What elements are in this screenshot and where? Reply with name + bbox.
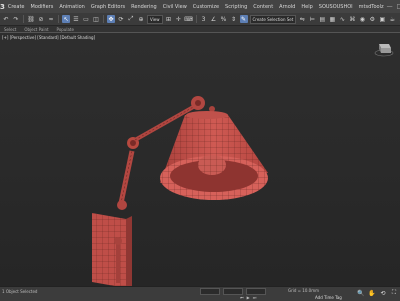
goto-end-icon[interactable]: ⏭ [253, 295, 257, 300]
selection-status: 1 Object Selected [2, 289, 38, 294]
play-icon[interactable]: ▶ [247, 295, 250, 300]
orbit-icon[interactable]: ⟲ [379, 289, 387, 297]
maximize-viewport-icon[interactable]: ⛶ [390, 289, 398, 297]
viewport-nav-controls: 🔍 ✋ ⟲ ⛶ [357, 289, 398, 297]
angle-snap-icon[interactable]: ∠ [210, 15, 218, 23]
y-coordinate-field[interactable] [223, 288, 243, 295]
pan-icon[interactable]: ✋ [368, 289, 376, 297]
tab-object-paint[interactable]: Object Paint [24, 27, 48, 32]
menu-item-civil-view[interactable]: Civil View [160, 4, 190, 10]
menu-item-graph-editors[interactable]: Graph Editors [88, 4, 128, 10]
rotate-icon[interactable]: ⟳ [117, 15, 125, 23]
time-controls: ⏮ ▶ ⏭ [240, 295, 256, 300]
undo-icon[interactable]: ↶ [2, 15, 10, 23]
place-icon[interactable]: ⊕ [137, 15, 145, 23]
percent-snap-icon[interactable]: % [220, 15, 228, 23]
curve-editor-icon[interactable]: ∿ [338, 15, 346, 23]
menu-item-rendering[interactable]: Rendering [128, 4, 160, 10]
goto-start-icon[interactable]: ⏮ [240, 295, 244, 300]
render-frame-icon[interactable]: ▣ [378, 15, 386, 23]
menu-item-arnold[interactable]: Arnold [276, 4, 298, 10]
menu-item-modifiers[interactable]: Modifiers [28, 4, 57, 10]
unlink-icon[interactable]: ⊘ [37, 15, 45, 23]
menu-item-animation[interactable]: Animation [56, 4, 88, 10]
render-setup-icon[interactable]: ⚙ [368, 15, 376, 23]
menu-item-customize[interactable]: Customize [190, 4, 222, 10]
menu-item-scripting[interactable]: Scripting [222, 4, 250, 10]
menu-item-create[interactable]: Create [5, 4, 28, 10]
maximize-icon[interactable]: □ [397, 3, 400, 10]
main-toolbar: ↶ ↷ ⛓ ⊘ ≈ ↖ ☰ ▭ ◫ ✥ ⟳ ⤢ ⊕ View ⊞ ✛ ⌨ 3 ∠… [0, 13, 400, 26]
move-icon[interactable]: ✥ [107, 15, 115, 23]
status-bar: 1 Object Selected Grid = 10.0mm ⏮ ▶ ⏭ Ad… [0, 286, 400, 301]
rect-selection-icon[interactable]: ▭ [82, 15, 90, 23]
transform-fields [200, 288, 266, 295]
align-icon[interactable]: ⊨ [308, 15, 316, 23]
edit-named-selection-icon[interactable]: ✎ [239, 15, 248, 23]
add-time-tag[interactable]: Add Time Tag [315, 295, 342, 300]
toolbar-divider [23, 15, 24, 23]
grid-size: Grid = 10.0mm [288, 288, 319, 293]
window-crossing-icon[interactable]: ◫ [92, 15, 100, 23]
z-coordinate-field[interactable] [246, 288, 266, 295]
zoom-icon[interactable]: 🔍 [357, 289, 365, 297]
wall-plate [92, 213, 132, 287]
perspective-viewport[interactable]: [+] [Perspective] [Standard] [Default Sh… [0, 32, 400, 287]
material-editor-icon[interactable]: ◉ [358, 15, 366, 23]
menu-item-help[interactable]: Help [298, 4, 315, 10]
window-controls: — □ ✕ [387, 3, 400, 10]
toggle-ribbon-icon[interactable]: ▦ [328, 15, 336, 23]
pivot-icon[interactable]: ⊞ [165, 15, 173, 23]
snap-icon[interactable]: 3 [200, 15, 208, 23]
selection-set-dropdown[interactable]: Create Selection Set [249, 14, 297, 24]
scale-icon[interactable]: ⤢ [127, 15, 135, 23]
reference-coordinate-dropdown[interactable]: View [147, 14, 163, 24]
menu-item-content[interactable]: Content [250, 4, 276, 10]
menu-items: Create Modifiers Animation Graph Editors Ren… [5, 4, 387, 10]
menu-item-mtsdtoolz[interactable]: mtsdToolz [356, 4, 387, 10]
toolbar-divider [58, 15, 59, 23]
mirror-icon[interactable]: ⇋ [298, 15, 306, 23]
layer-explorer-icon[interactable]: ▤ [318, 15, 326, 23]
tab-populate[interactable]: Populate [57, 27, 74, 32]
spinner-snap-icon[interactable]: ⇕ [230, 15, 238, 23]
menu-bar: 3 Create Modifiers Animation Graph Editors R… [0, 0, 400, 14]
link-icon[interactable]: ⛓ [27, 15, 35, 23]
render-icon[interactable]: ☕ [388, 15, 396, 23]
lamp-shade [160, 111, 268, 200]
toolbar-divider [195, 15, 197, 23]
redo-icon[interactable]: ↷ [12, 15, 20, 23]
minimize-icon[interactable]: — [387, 3, 393, 10]
tab-select[interactable]: Select [4, 27, 16, 32]
select-by-name-icon[interactable]: ☰ [72, 15, 80, 23]
menu-item-sousoushoi[interactable]: SOUSOUSHOI [316, 4, 356, 10]
bind-icon[interactable]: ≈ [47, 15, 55, 23]
select-object-icon[interactable]: ↖ [62, 15, 70, 23]
schematic-view-icon[interactable]: ⌘ [348, 15, 356, 23]
manipulate-icon[interactable]: ✛ [175, 15, 183, 23]
lamp-model[interactable] [0, 33, 400, 287]
keyboard-shortcut-icon[interactable]: ⌨ [184, 15, 193, 23]
x-coordinate-field[interactable] [200, 288, 220, 295]
toolbar-divider [103, 15, 104, 23]
